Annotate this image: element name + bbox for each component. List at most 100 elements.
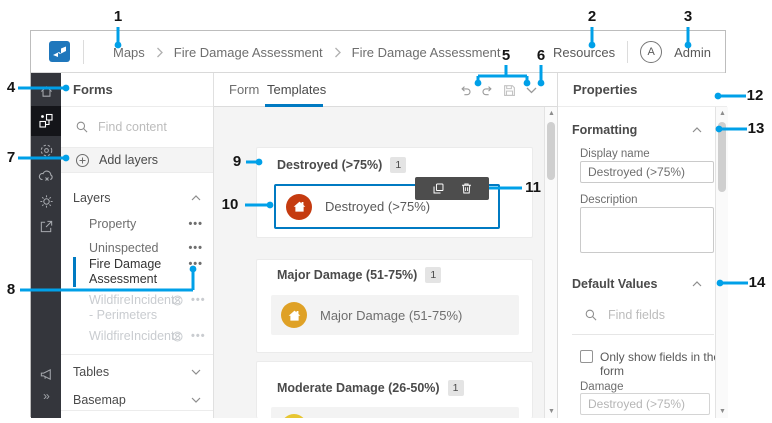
description-input[interactable] [580,207,714,253]
default-values-section-header[interactable]: Default Values [572,277,702,291]
layer-name: WildfireIncidents - Perimeters [89,293,171,323]
layer-row-uninspected[interactable]: Uninspected ••• [61,237,213,259]
breadcrumb-form-name: Fire Damage Assessment [352,45,501,60]
template-group-moderate-damage: Moderate Damage (26-50%) 1 Moderate Dama… [256,361,533,418]
home-icon [39,84,54,99]
scroll-up-arrow[interactable]: ▲ [716,107,729,120]
layer-options-button[interactable]: ••• [191,293,206,308]
editor-scrollbar[interactable]: ▲ ▼ [544,107,557,418]
forms-panel: Forms Add layers Layers [61,73,214,418]
sidebar-item-forms[interactable] [31,106,61,136]
sidebar-item-settings[interactable] [31,188,61,214]
template-card-label: Major Damage (51-75%) [320,308,462,323]
not-editable-icon [171,294,184,307]
sidebar-item-offline[interactable] [31,163,61,189]
duplicate-template-button[interactable] [431,182,445,196]
delete-template-button[interactable] [459,182,473,196]
search-icon [584,308,598,322]
group-label: Destroyed (>75%) [277,158,382,172]
group-count-badge: 1 [425,267,441,283]
layer-row-wildfire-perimeters[interactable]: WildfireIncidents - Perimeters ••• [61,293,213,325]
field-maps-designer-window: Maps Fire Damage Assessment Fire Damage … [30,30,726,417]
scroll-up-arrow[interactable]: ▲ [545,107,557,120]
search-icon [75,120,89,134]
account-name[interactable]: Admin [674,45,711,60]
active-tab-indicator [265,104,323,107]
undo-button[interactable] [457,82,474,99]
chevron-down-icon [191,369,201,375]
breadcrumb: Maps Fire Damage Assessment Fire Damage … [113,31,500,73]
editor-panel: Form Templates [214,73,557,418]
moderate-damage-symbol-icon [281,414,307,418]
group-label: Moderate Damage (26-50%) [277,381,440,395]
sidebar-item-sharing[interactable] [31,213,61,239]
major-damage-symbol-icon [281,302,307,328]
callout-1: 1 [107,8,129,25]
sidebar-item-geofences[interactable] [31,137,61,163]
not-editable-icon [171,330,184,343]
only-show-fields-checkbox[interactable] [580,350,593,363]
template-group-destroyed: Destroyed (>75%) 1 Destroyed (>75%) [256,147,533,238]
chevron-down-icon [191,397,201,403]
header-divider [83,40,84,64]
properties-panel-title: Properties [558,73,727,107]
template-card-major-damage[interactable]: Major Damage (51-75%) [271,295,519,335]
scroll-down-arrow[interactable]: ▼ [545,405,557,418]
template-card-moderate-damage[interactable]: Moderate Damage (26-50%) [271,407,519,418]
callout-4: 4 [0,79,22,96]
scroll-down-arrow[interactable]: ▼ [716,405,729,418]
tab-form[interactable]: Form [229,73,259,107]
template-group-header: Destroyed (>75%) 1 [277,157,406,173]
save-button[interactable] [501,82,518,99]
search-input[interactable] [98,120,198,134]
field-maps-logo-icon[interactable] [49,41,70,62]
formatting-header-label: Formatting [572,123,637,137]
layer-options-button[interactable]: ••• [188,217,203,232]
layer-row-wildfire-incidents[interactable]: WildfireIncidents ••• [61,325,213,347]
scrollbar-thumb[interactable] [718,122,726,192]
layer-options-button[interactable]: ••• [191,329,206,344]
layer-options-button[interactable]: ••• [188,257,203,272]
sidebar-item-overview[interactable] [31,78,61,104]
layer-row-property[interactable]: Property ••• [61,213,213,235]
damage-field-label: Damage [580,381,623,393]
layers-section-header[interactable]: Layers [61,185,213,211]
resources-link[interactable]: Resources [553,45,615,60]
tab-templates[interactable]: Templates [267,73,326,107]
forms-panel-title: Forms [61,73,213,107]
scrollbar-thumb[interactable] [547,122,555,180]
breadcrumb-map-name[interactable]: Fire Damage Assessment [174,45,323,60]
template-group-header: Major Damage (51-75%) 1 [277,267,441,283]
callout-9: 9 [226,153,248,170]
save-options-chevron-icon[interactable] [523,82,540,99]
template-hover-toolbar [415,177,489,200]
geofences-icon [39,143,54,158]
sidebar-collapse-button[interactable]: » [31,389,61,403]
layer-row-fire-damage-assessment[interactable]: Fire Damage Assessment ••• [61,257,213,289]
share-icon [39,219,54,234]
layer-name: Fire Damage Assessment [89,257,171,287]
display-name-input[interactable] [580,161,714,183]
breadcrumb-maps[interactable]: Maps [113,45,145,60]
find-content-search[interactable] [61,107,213,148]
damage-field-input[interactable] [580,393,710,415]
group-count-badge: 1 [390,157,406,173]
formatting-section-header[interactable]: Formatting [572,123,702,137]
layer-name: Uninspected [89,241,171,256]
properties-scrollbar[interactable]: ▲ ▼ [715,107,728,418]
sidebar-item-feedback[interactable] [31,361,61,387]
find-fields-input[interactable] [608,308,698,322]
add-layers-button[interactable]: Add layers [61,148,213,173]
layer-options-button[interactable]: ••• [188,241,203,256]
redo-button[interactable] [479,82,496,99]
callout-2: 2 [581,8,603,25]
header-actions: Resources A Admin [553,31,711,73]
properties-panel: Properties Formatting Display name Descr… [557,73,727,418]
layer-name: Property [89,217,171,232]
avatar[interactable]: A [640,41,662,63]
sidebar: » [31,73,61,418]
description-label: Description [580,194,638,206]
tables-section-header[interactable]: Tables [61,359,213,385]
find-fields-search[interactable] [584,308,698,322]
editor-tabs-bar: Form Templates [214,73,557,107]
